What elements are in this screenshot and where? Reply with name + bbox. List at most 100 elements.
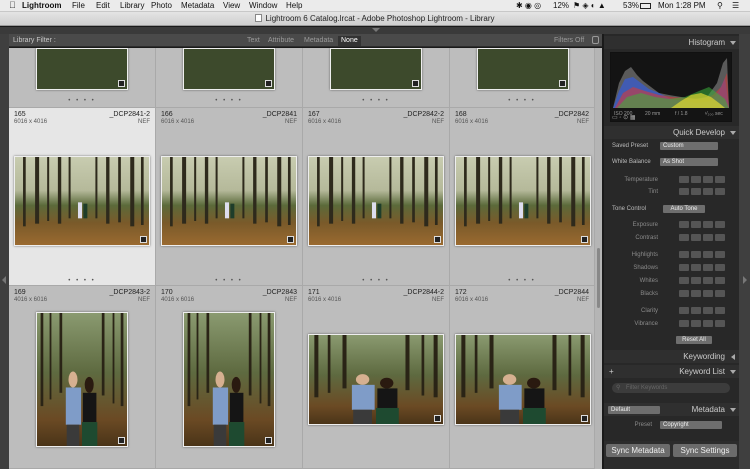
scrollbar-thumb[interactable] bbox=[597, 248, 600, 308]
filter-tab-text[interactable]: Text bbox=[247, 37, 260, 44]
photo-thumbnail[interactable] bbox=[36, 312, 128, 447]
grid-cell[interactable]: 167 6016 x 4016 _DCP2842-2 NEF • • • • bbox=[303, 108, 450, 286]
grid-cell-selected[interactable]: 165 6016 x 4016 _DCP2841-2 NEF • • • • bbox=[9, 108, 156, 286]
saved-preset-dropdown[interactable]: Custom bbox=[660, 142, 718, 150]
reset-all-button[interactable]: Reset All bbox=[676, 336, 712, 344]
grid-cell[interactable]: 168 6016 x 4016 _DCP2842 NEF • • • • bbox=[450, 108, 595, 286]
whites-buttons[interactable] bbox=[679, 277, 727, 286]
tint-buttons[interactable] bbox=[679, 188, 727, 197]
expand-left-icon[interactable] bbox=[2, 276, 6, 284]
menu-edit[interactable]: Edit bbox=[96, 1, 110, 10]
sync-metadata-button[interactable]: Sync Metadata bbox=[606, 444, 670, 457]
menu-photo[interactable]: Photo bbox=[151, 1, 172, 10]
spot-icon[interactable]: ◦ bbox=[619, 115, 621, 121]
grid-cell-partial[interactable]: • • • • bbox=[9, 48, 156, 108]
contrast-buttons[interactable] bbox=[679, 234, 727, 243]
quick-develop-header[interactable]: Quick Develop bbox=[604, 126, 739, 139]
grid-scrollbar[interactable] bbox=[595, 48, 602, 469]
status-icons[interactable]: ✱ ◉ ◎ bbox=[516, 1, 541, 10]
grid-cell-partial[interactable]: • • • • bbox=[450, 48, 595, 108]
rating-dots[interactable]: • • • • bbox=[303, 278, 449, 284]
filter-tab-metadata[interactable]: Metadata bbox=[304, 37, 333, 44]
photo-thumbnail[interactable] bbox=[308, 334, 444, 425]
rating-dots[interactable]: • • • • bbox=[9, 278, 155, 284]
photo-thumbnail[interactable] bbox=[183, 312, 275, 447]
grid-cell[interactable]: 166 6016 x 4016 _DCP2841 NEF • • • • bbox=[156, 108, 303, 286]
clarity-buttons[interactable] bbox=[679, 307, 727, 316]
rating-dots[interactable]: • • • • bbox=[156, 278, 302, 284]
grid-cell[interactable]: 172 6016 x 4016 _DCP2844 NEF bbox=[450, 286, 595, 469]
chevron-down-icon[interactable] bbox=[730, 41, 736, 45]
metadata-preset-dropdown[interactable]: Default bbox=[608, 406, 660, 414]
right-panel-toggle[interactable] bbox=[739, 34, 750, 469]
rating-dots[interactable]: • • • • bbox=[9, 98, 155, 104]
chevron-down-icon[interactable] bbox=[730, 131, 736, 135]
shadows-buttons[interactable] bbox=[679, 264, 727, 273]
highlights-buttons[interactable] bbox=[679, 251, 727, 260]
photo-thumbnail[interactable] bbox=[477, 48, 569, 90]
vibrance-buttons[interactable] bbox=[679, 320, 727, 329]
menu-help[interactable]: Help bbox=[286, 1, 302, 10]
photo-thumbnail[interactable] bbox=[455, 156, 591, 246]
rating-dots[interactable]: • • • • bbox=[156, 98, 302, 104]
crop-icon[interactable]: ▭ bbox=[612, 115, 618, 121]
menu-view[interactable]: View bbox=[223, 1, 240, 10]
rating-dots[interactable]: • • • • bbox=[450, 278, 594, 284]
filter-tab-attribute[interactable]: Attribute bbox=[268, 37, 294, 44]
search-icon[interactable]: ⚲ bbox=[717, 1, 723, 10]
menu-file[interactable]: File bbox=[72, 1, 85, 10]
histogram[interactable]: ISO 200 20 mm f / 1.8 ¹⁄₂₀₀ sec bbox=[610, 52, 732, 122]
collapse-top-icon[interactable] bbox=[372, 28, 380, 32]
chevron-down-icon[interactable] bbox=[730, 408, 736, 412]
plus-icon[interactable]: + bbox=[609, 365, 614, 378]
menu-library[interactable]: Library bbox=[120, 1, 144, 10]
blacks-label: Blacks bbox=[640, 291, 658, 297]
grid-cell[interactable]: 169 4016 x 6016 _DCP2843-2 NEF bbox=[9, 286, 156, 469]
gradient-icon[interactable]: ▦ bbox=[630, 115, 636, 121]
left-panel-toggle[interactable] bbox=[0, 34, 9, 469]
auto-tone-button[interactable]: Auto Tone bbox=[663, 205, 705, 213]
grid-cell-partial[interactable]: • • • • bbox=[303, 48, 450, 108]
photo-thumbnail[interactable] bbox=[36, 48, 128, 90]
grid-cell-partial[interactable]: • • • • bbox=[156, 48, 303, 108]
photo-thumbnail[interactable] bbox=[330, 48, 422, 90]
filter-tab-none[interactable]: None bbox=[338, 36, 361, 46]
rating-dots[interactable]: • • • • bbox=[303, 98, 449, 104]
menu-lightroom[interactable]: Lightroom bbox=[22, 1, 62, 10]
misc-status-icons[interactable]: ⚑ ◈ ◐ ▲ bbox=[573, 1, 606, 10]
keyword-list-header[interactable]: + Keyword List bbox=[604, 365, 739, 378]
grid-cell[interactable]: 170 4016 x 6016 _DCP2843 NEF bbox=[156, 286, 303, 469]
rating-dots[interactable]: • • • • bbox=[450, 98, 594, 104]
photo-thumbnail[interactable] bbox=[455, 334, 591, 425]
lock-icon[interactable] bbox=[592, 36, 599, 44]
blacks-buttons[interactable] bbox=[679, 290, 727, 299]
filters-off-dropdown[interactable]: Filters Off bbox=[554, 37, 584, 44]
photo-thumbnail[interactable] bbox=[308, 156, 444, 246]
menu-window[interactable]: Window bbox=[249, 1, 277, 10]
apple-icon[interactable]:  bbox=[9, 0, 16, 10]
clock[interactable]: Mon 1:28 PM bbox=[658, 1, 706, 10]
chevron-left-icon[interactable] bbox=[731, 354, 735, 360]
chevron-down-icon[interactable] bbox=[730, 370, 736, 374]
histogram-header[interactable]: Histogram bbox=[604, 36, 739, 49]
white-balance-dropdown[interactable]: As Shot bbox=[660, 158, 718, 166]
metadata-header[interactable]: Default Metadata bbox=[604, 403, 739, 416]
keywording-header[interactable]: Keywording bbox=[604, 350, 739, 363]
temperature-buttons[interactable] bbox=[679, 176, 727, 185]
photo-thumbnail[interactable] bbox=[183, 48, 275, 90]
menu-list-icon[interactable]: ☰ bbox=[732, 1, 739, 10]
exposure-buttons[interactable] bbox=[679, 221, 727, 230]
photo-thumbnail[interactable] bbox=[161, 156, 297, 246]
grid-cell[interactable]: 171 6016 x 4016 _DCP2844-2 NEF bbox=[303, 286, 450, 469]
cell-filetype: NEF bbox=[285, 119, 297, 125]
cell-filetype: NEF bbox=[138, 297, 150, 303]
top-panel-toggle[interactable] bbox=[0, 27, 750, 34]
redeye-icon[interactable]: ⊙ bbox=[623, 115, 628, 121]
battery-icon[interactable] bbox=[640, 3, 651, 9]
sync-settings-button[interactable]: Sync Settings bbox=[673, 444, 737, 457]
keyword-filter-input[interactable]: ⚲ Filter Keywords bbox=[612, 383, 730, 393]
collapse-right-icon[interactable] bbox=[743, 276, 747, 284]
menu-metadata[interactable]: Metadata bbox=[181, 1, 214, 10]
metadata-preset-value[interactable]: Copyright bbox=[660, 421, 722, 429]
photo-thumbnail[interactable] bbox=[14, 156, 150, 246]
